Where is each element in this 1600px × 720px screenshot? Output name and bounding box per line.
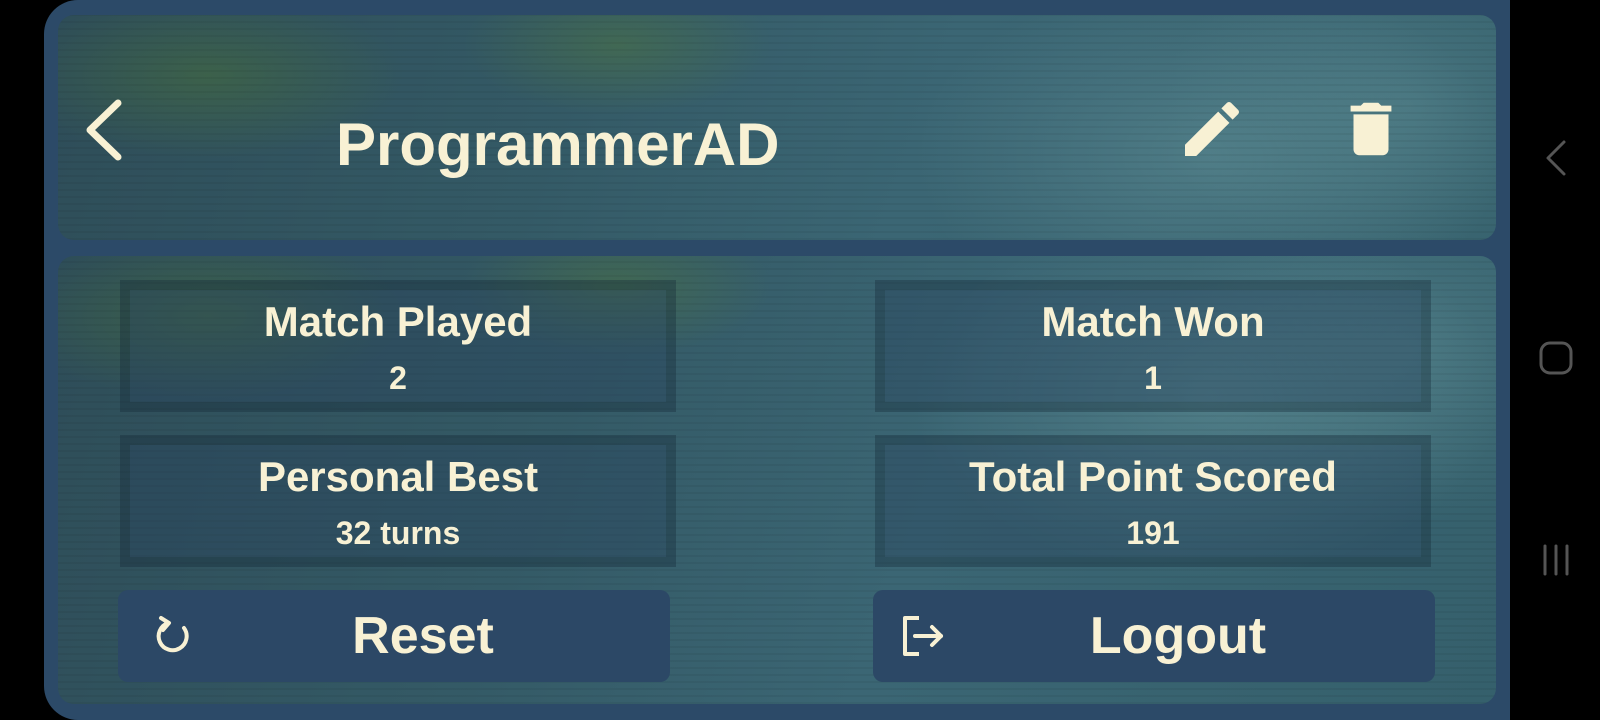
chevron-left-icon [86, 99, 122, 161]
stat-label: Total Point Scored [969, 453, 1337, 500]
delete-profile-button[interactable] [1336, 93, 1406, 165]
system-nav-bar [1510, 0, 1600, 720]
logout-label: Logout [1089, 607, 1267, 665]
reset-button[interactable]: Reset [118, 590, 670, 682]
trash-icon [1350, 102, 1392, 156]
stat-card-personal-best: Personal Best 32 turns [130, 445, 666, 557]
refresh-icon [156, 616, 189, 653]
stat-value: 191 [1126, 515, 1180, 551]
stat-label: Match Played [263, 298, 533, 345]
stat-card-total-points: Total Point Scored 191 [885, 445, 1421, 557]
stats-panel: Match Played 2 Match Won 1 Personal Best… [58, 256, 1496, 704]
pencil-icon [1185, 101, 1240, 156]
profile-header: ProgrammerAD [58, 15, 1496, 240]
back-nav-icon[interactable] [1538, 138, 1574, 178]
stat-card-match-played: Match Played 2 [130, 290, 666, 402]
stat-value: 1 [1144, 360, 1162, 396]
stat-value: 32 turns [335, 515, 461, 551]
stat-card-match-won: Match Won 1 [885, 290, 1421, 402]
profile-name: ProgrammerAD [336, 111, 780, 178]
stat-label: Personal Best [257, 453, 539, 500]
recents-nav-icon[interactable] [1538, 540, 1574, 580]
home-nav-icon[interactable] [1538, 338, 1574, 378]
reset-label: Reset [352, 607, 494, 665]
stat-value: 2 [389, 360, 407, 396]
stat-label: Match Won [1041, 298, 1265, 345]
back-button[interactable] [80, 97, 130, 163]
edit-profile-button[interactable] [1176, 93, 1248, 165]
logout-button[interactable]: Logout [873, 590, 1435, 682]
logout-icon [903, 616, 943, 656]
